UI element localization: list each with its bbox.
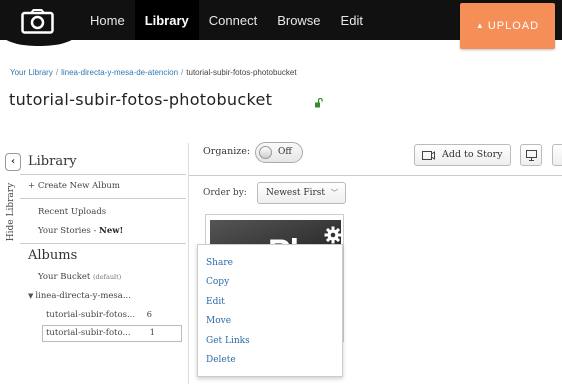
album-item[interactable]: tutorial-subir-fotos... 6 — [28, 306, 186, 325]
album-item-selected[interactable]: tutorial-subir-foto... 1 — [42, 325, 182, 342]
new-badge: New! — [99, 226, 124, 236]
present-button[interactable] — [520, 144, 542, 166]
chevron-down-icon: ﹀ — [331, 189, 338, 197]
hide-library-tab[interactable]: ‹ Hide Library — [5, 153, 21, 253]
more-button[interactable] — [552, 144, 562, 166]
albums-heading: Albums — [28, 248, 78, 263]
logo-tab[interactable] — [0, 0, 78, 46]
divider — [20, 198, 186, 199]
breadcrumb: Your Library / linea-directa-y-mesa-de-ate… — [10, 68, 297, 77]
photo-context-menu: Share Copy Edit Move Get Links Delete — [197, 244, 343, 377]
your-bucket-link[interactable]: Your Bucket (default) — [28, 268, 186, 287]
toggle-state: Off — [278, 147, 292, 157]
breadcrumb-parent-album[interactable]: linea-directa-y-mesa-de-atencion — [61, 68, 178, 77]
menu-item-delete[interactable]: Delete — [198, 351, 342, 370]
nav-edit[interactable]: Edit — [331, 0, 373, 40]
camera-logo-icon — [21, 9, 54, 34]
breadcrumb-current: tutorial-subir-fotos-photobucket — [186, 68, 297, 77]
menu-item-copy[interactable]: Copy — [198, 273, 342, 292]
organize-toggle[interactable]: Off — [255, 142, 303, 163]
library-sidebar: Library + Create New Album Recent Upload… — [20, 150, 186, 342]
photo-count: 6 — [146, 310, 152, 320]
menu-item-edit[interactable]: Edit — [198, 293, 342, 312]
library-heading: Library — [28, 154, 77, 169]
nav-connect[interactable]: Connect — [199, 0, 267, 40]
toggle-knob — [259, 146, 272, 159]
parent-album-item[interactable]: ▼ linea-directa-y-mesa... — [28, 287, 186, 306]
sidebar-divider — [188, 143, 189, 384]
order-by-select[interactable]: Newest First ﹀ — [257, 182, 346, 204]
recent-uploads-link[interactable]: Recent Uploads — [28, 203, 186, 222]
menu-item-share[interactable]: Share — [198, 254, 342, 273]
add-to-story-button[interactable]: Add to Story — [414, 144, 511, 166]
menu-item-move[interactable]: Move — [198, 312, 342, 331]
main-nav: Home Library Connect Browse Edit — [80, 0, 373, 40]
nav-library[interactable]: Library — [134, 0, 199, 40]
create-album-link[interactable]: + Create New Album — [28, 175, 186, 198]
breadcrumb-your-library[interactable]: Your Library — [10, 68, 53, 77]
page-title: tutorial-subir-fotos-photobucket — [9, 90, 273, 109]
caret-down-icon[interactable]: ▼ — [28, 292, 33, 300]
photo-count: 1 — [149, 328, 155, 338]
order-by-label: Order by: — [203, 188, 247, 198]
your-stories-link[interactable]: Your Stories - New! — [28, 222, 186, 241]
menu-item-get-links[interactable]: Get Links — [198, 332, 342, 351]
unlock-icon[interactable] — [314, 98, 323, 108]
nav-home[interactable]: Home — [80, 0, 135, 40]
chevron-left-icon[interactable]: ‹ — [5, 153, 21, 171]
toolbar-divider — [189, 175, 562, 176]
gear-icon[interactable] — [324, 226, 341, 244]
upload-arrow-icon: ▲ — [475, 21, 485, 30]
hide-library-label: Hide Library — [6, 182, 16, 242]
nav-browse[interactable]: Browse — [267, 0, 330, 40]
present-icon — [526, 150, 537, 161]
film-icon — [422, 151, 435, 160]
upload-button[interactable]: ▲ UPLOAD — [460, 3, 555, 49]
organize-label: Organize: — [203, 146, 251, 157]
